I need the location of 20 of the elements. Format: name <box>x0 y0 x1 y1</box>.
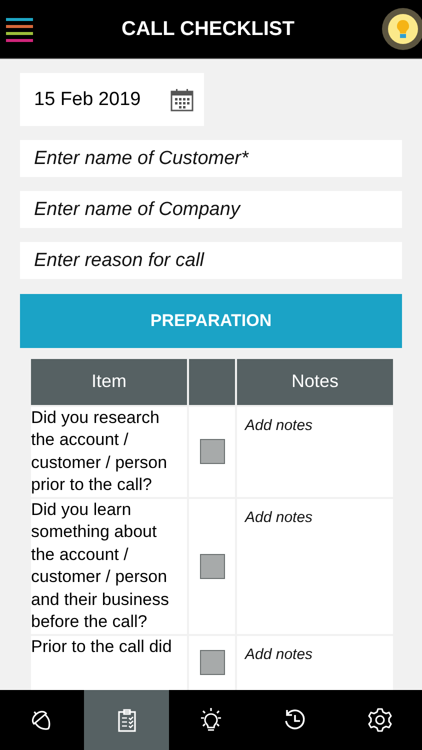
checkbox[interactable] <box>200 439 224 464</box>
calendar-icon[interactable] <box>170 88 194 112</box>
date-value: 15 Feb 2019 <box>34 88 141 111</box>
column-header <box>189 358 235 405</box>
menu-icon[interactable] <box>6 15 34 43</box>
table-cell: Did you learn something about the account / customer / person and their business before the call? <box>31 498 187 634</box>
screen-title: CALL CHECKLIST <box>122 18 294 40</box>
column-header: Notes <box>237 358 393 405</box>
checkbox[interactable] <box>200 554 224 579</box>
settings-icon <box>366 707 393 733</box>
date-field[interactable]: 15 Feb 2019 <box>20 73 204 126</box>
column-header: Item <box>31 358 187 405</box>
lightbulb-button[interactable] <box>382 8 422 50</box>
text-input-field[interactable]: Enter reason for call <box>20 242 402 280</box>
text-input-field[interactable]: Enter name of Company <box>20 191 402 228</box>
checkbox[interactable] <box>200 650 224 676</box>
tab-button[interactable] <box>84 690 169 750</box>
table-cell: Did you research the account / customer / person prior to the call? <box>31 406 187 497</box>
text-input-field[interactable]: Enter name of Customer* <box>20 140 402 178</box>
table-cell: Prior to the call did <box>31 636 187 690</box>
